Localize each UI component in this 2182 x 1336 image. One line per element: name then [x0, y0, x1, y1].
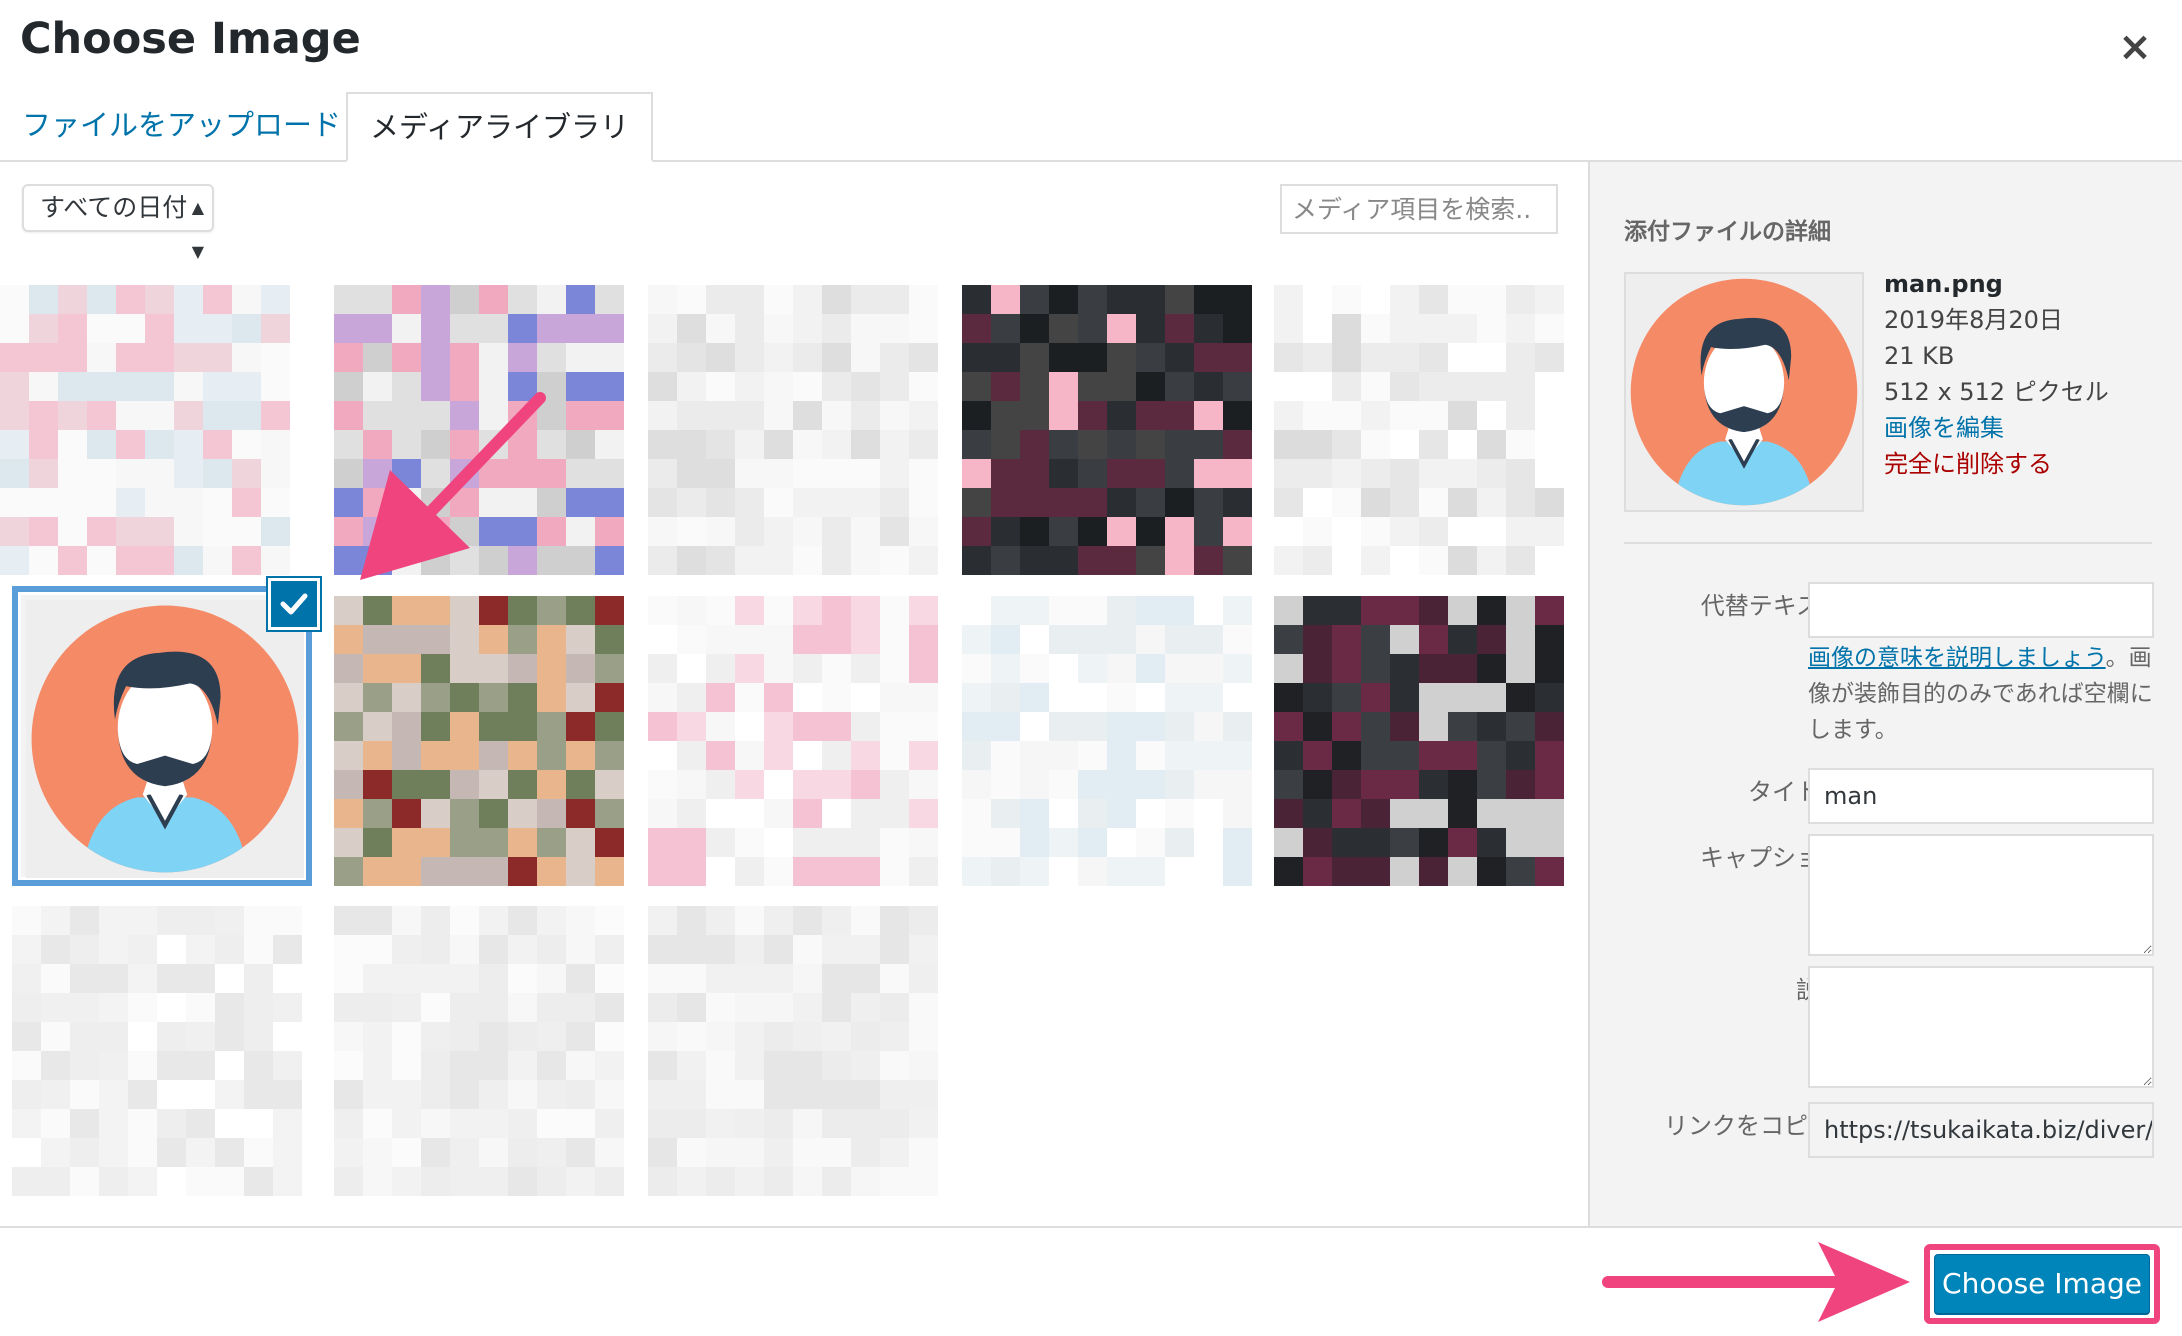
copy-link-label: リンクをコピー: [1664, 1112, 1832, 1140]
media-thumb[interactable]: [12, 906, 302, 1196]
choose-image-button[interactable]: Choose Image: [1934, 1254, 2150, 1314]
media-search-input[interactable]: [1280, 184, 1558, 234]
selected-checkmark-icon[interactable]: [268, 578, 320, 630]
tab-media-library[interactable]: メディアライブラリ: [346, 92, 653, 162]
media-thumb[interactable]: [648, 596, 938, 886]
attachment-preview: [1624, 272, 1864, 512]
tab-upload-files[interactable]: ファイルをアップロード: [0, 92, 363, 162]
media-grid: [0, 260, 1585, 1220]
media-thumb[interactable]: [648, 906, 938, 1196]
date-filter-select[interactable]: すべての日付 ▲ ▼: [22, 184, 214, 261]
media-thumb[interactable]: [962, 596, 1252, 886]
modal-footer: [0, 1226, 2182, 1336]
file-size: 21 KB: [1884, 342, 1955, 370]
file-dimensions: 512 x 512 ピクセル: [1884, 378, 2109, 406]
close-icon[interactable]: ×: [2110, 22, 2160, 72]
attachment-details-sidebar: 添付ファイルの詳細 man.png 2019年8月20日 21 KB 512 x…: [1588, 162, 2182, 1226]
attachment-meta: man.png 2019年8月20日 21 KB 512 x 512 ピクセル …: [1884, 266, 2109, 482]
media-modal: Choose Image × ファイルをアップロード メディアライブラリ すべて…: [0, 0, 2182, 1336]
date-filter-value: すべての日付: [40, 193, 188, 222]
delete-permanently-link[interactable]: 完全に削除する: [1884, 446, 2109, 482]
avatar-icon: [31, 605, 299, 873]
copy-link-field[interactable]: https://tsukaikata.biz/diver/: [1808, 1102, 2154, 1158]
media-thumb[interactable]: [962, 285, 1252, 575]
media-thumb[interactable]: [1274, 285, 1564, 575]
avatar-thumbnail: [26, 600, 304, 878]
file-name: man.png: [1884, 270, 2003, 298]
attachment-details-heading: 添付ファイルの詳細: [1624, 219, 1831, 245]
title-input[interactable]: [1808, 768, 2154, 824]
avatar-icon: [1630, 278, 1858, 506]
edit-image-link[interactable]: 画像を編集: [1884, 410, 2109, 446]
media-thumb[interactable]: [1274, 596, 1564, 886]
media-thumb[interactable]: [334, 906, 624, 1196]
alt-text-input[interactable]: [1808, 582, 2154, 638]
media-thumb[interactable]: [0, 285, 290, 575]
alt-text-help-link[interactable]: 画像の意味を説明しましょう: [1808, 645, 2106, 671]
sidebar-divider: [1624, 542, 2152, 544]
media-thumb[interactable]: [334, 596, 624, 886]
description-textarea[interactable]: [1808, 966, 2154, 1088]
media-thumb-selected[interactable]: [12, 586, 312, 886]
alt-text-help: 画像の意味を説明しましょう。画像が装飾目的のみであれば空欄にします。: [1808, 640, 2154, 748]
caption-textarea[interactable]: [1808, 834, 2154, 956]
modal-title: Choose Image: [20, 14, 361, 64]
media-thumb[interactable]: [334, 285, 624, 575]
media-thumb[interactable]: [648, 285, 938, 575]
file-date: 2019年8月20日: [1884, 306, 2063, 334]
